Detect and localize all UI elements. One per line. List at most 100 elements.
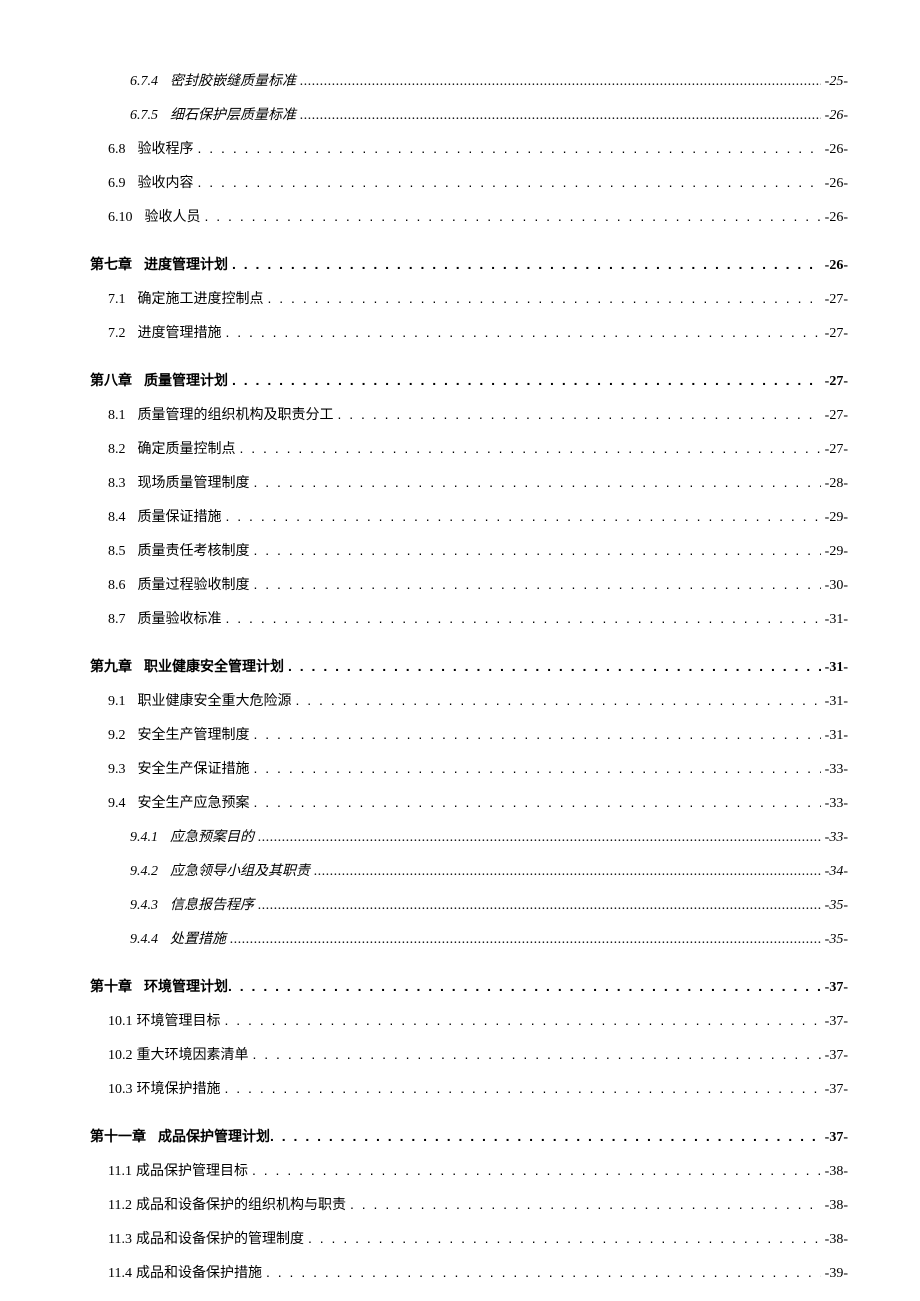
toc-entry: 10.3环境保护措施. . . . . . . . . . . . . . . … <box>108 1078 848 1098</box>
toc-entry-number: 11.3 <box>108 1232 136 1248</box>
toc-entry-page: -26- <box>821 142 848 158</box>
toc-entry-number: 11.2 <box>108 1198 136 1214</box>
toc-entry-page: -27- <box>821 326 848 342</box>
toc-entry-page: -25- <box>821 74 848 90</box>
toc-entry: 9.3安全生产保证措施. . . . . . . . . . . . . . .… <box>108 758 848 778</box>
toc-entry-page: -29- <box>821 510 848 526</box>
toc-entry-page: -38- <box>821 1232 848 1248</box>
toc-leader-dots: . . . . . . . . . . . . . . . . . . . . … <box>254 576 821 592</box>
toc-entry-page: -37- <box>821 1130 848 1146</box>
toc-entry-page: -29- <box>821 544 848 560</box>
toc-leader-dots: . . . . . . . . . . . . . . . . . . . . … <box>198 140 821 156</box>
toc-entry-title: 应急预案目的 <box>170 826 258 846</box>
toc-entry-title: 职业健康安全管理计划 <box>144 656 288 676</box>
toc-entry: 9.4.4处置措施...............................… <box>130 928 848 948</box>
toc-entry: 9.1职业健康安全重大危险源. . . . . . . . . . . . . … <box>108 690 848 710</box>
toc-entry: 第十章环境管理计划. . . . . . . . . . . . . . . .… <box>90 976 848 996</box>
toc-leader-dots: . . . . . . . . . . . . . . . . . . . . … <box>350 1196 821 1212</box>
toc-entry-number: 9.3 <box>108 762 138 778</box>
toc-entry: 8.7质量验收标准. . . . . . . . . . . . . . . .… <box>108 608 848 628</box>
toc-entry-number: 9.4.3 <box>130 898 170 914</box>
toc-leader-dots: ........................................… <box>258 830 821 846</box>
toc-entry-number: 6.7.4 <box>130 74 170 90</box>
toc-entry-title: 安全生产应急预案 <box>138 792 254 812</box>
toc-entry-number: 9.2 <box>108 728 138 744</box>
toc-entry: 第九章职业健康安全管理计划. . . . . . . . . . . . . .… <box>90 656 848 676</box>
toc-entry-title: 成品和设备保护的组织机构与职责 <box>136 1194 350 1214</box>
toc-entry-page: -33- <box>821 830 848 846</box>
toc-entry-number: 9.4 <box>108 796 138 812</box>
toc-entry-number: 11.1 <box>108 1164 136 1180</box>
toc-entry: 8.5质量责任考核制度. . . . . . . . . . . . . . .… <box>108 540 848 560</box>
toc-entry-title: 验收程序 <box>138 138 198 158</box>
toc-entry-title: 质量过程验收制度 <box>138 574 254 594</box>
toc-entry-number: 第七章 <box>90 254 144 274</box>
toc-entry-page: -26- <box>821 108 848 124</box>
toc-entry: 10.2重大环境因素清单. . . . . . . . . . . . . . … <box>108 1044 848 1064</box>
toc-entry-page: -26- <box>821 210 848 226</box>
toc-entry-title: 职业健康安全重大危险源 <box>138 690 296 710</box>
toc-entry: 9.2安全生产管理制度. . . . . . . . . . . . . . .… <box>108 724 848 744</box>
toc-leader-dots: ........................................… <box>300 108 821 124</box>
toc-entry: 8.4质量保证措施. . . . . . . . . . . . . . . .… <box>108 506 848 526</box>
toc-entry-title: 质量责任考核制度 <box>138 540 254 560</box>
toc-leader-dots: . . . . . . . . . . . . . . . . . . . . … <box>232 372 821 388</box>
toc-entry-page: -35- <box>821 898 848 914</box>
toc-entry-title: 成品保护管理计划 <box>158 1126 270 1146</box>
toc-entry: 第八章质量管理计划. . . . . . . . . . . . . . . .… <box>90 370 848 390</box>
toc-entry-page: -30- <box>821 578 848 594</box>
toc-entry-title: 验收内容 <box>138 172 198 192</box>
toc-leader-dots: . . . . . . . . . . . . . . . . . . . . … <box>288 658 821 674</box>
toc-leader-dots: . . . . . . . . . . . . . . . . . . . . … <box>228 978 821 994</box>
toc-leader-dots: ........................................… <box>230 932 821 948</box>
toc-entry: 8.3现场质量管理制度. . . . . . . . . . . . . . .… <box>108 472 848 492</box>
toc-leader-dots: . . . . . . . . . . . . . . . . . . . . … <box>225 1012 821 1028</box>
toc-entry: 6.10验收人员. . . . . . . . . . . . . . . . … <box>108 206 848 226</box>
toc-entry: 7.1确定施工进度控制点. . . . . . . . . . . . . . … <box>108 288 848 308</box>
toc-entry: 9.4安全生产应急预案. . . . . . . . . . . . . . .… <box>108 792 848 812</box>
toc-leader-dots: . . . . . . . . . . . . . . . . . . . . … <box>254 474 821 490</box>
toc-entry-page: -31- <box>821 728 848 744</box>
toc-entry: 11.3成品和设备保护的管理制度. . . . . . . . . . . . … <box>108 1228 848 1248</box>
toc-entry-page: -26- <box>821 258 848 274</box>
toc-entry-page: -31- <box>821 660 848 676</box>
toc-entry: 9.4.1应急预案目的.............................… <box>130 826 848 846</box>
toc-leader-dots: . . . . . . . . . . . . . . . . . . . . … <box>240 440 821 456</box>
toc-entry-number: 10.2 <box>108 1048 137 1064</box>
toc-entry: 第七章进度管理计划. . . . . . . . . . . . . . . .… <box>90 254 848 274</box>
toc-leader-dots: . . . . . . . . . . . . . . . . . . . . … <box>225 1080 821 1096</box>
toc-leader-dots: . . . . . . . . . . . . . . . . . . . . … <box>308 1230 821 1246</box>
toc-leader-dots: . . . . . . . . . . . . . . . . . . . . … <box>226 508 821 524</box>
toc-entry-title: 确定施工进度控制点 <box>138 288 268 308</box>
toc-entry-number: 10.3 <box>108 1082 137 1098</box>
toc-leader-dots: ........................................… <box>258 898 821 914</box>
toc-entry-title: 质量保证措施 <box>138 506 226 526</box>
toc-entry-number: 6.8 <box>108 142 138 158</box>
toc-entry-title: 环境管理计划 <box>144 976 228 996</box>
toc-leader-dots: ........................................… <box>314 864 821 880</box>
toc-entry-page: -27- <box>821 292 848 308</box>
toc-leader-dots: . . . . . . . . . . . . . . . . . . . . … <box>254 542 821 558</box>
toc-entry-page: -34- <box>821 864 848 880</box>
toc-entry-title: 环境管理目标 <box>137 1010 225 1030</box>
toc-entry-title: 质量验收标准 <box>138 608 226 628</box>
toc-entry: 6.7.4密封胶嵌缝质量标准..........................… <box>130 70 848 90</box>
toc-entry: 7.2进度管理措施. . . . . . . . . . . . . . . .… <box>108 322 848 342</box>
toc-leader-dots: . . . . . . . . . . . . . . . . . . . . … <box>338 406 821 422</box>
toc-entry-title: 细石保护层质量标准 <box>170 104 300 124</box>
toc-entry: 8.1质量管理的组织机构及职责分工. . . . . . . . . . . .… <box>108 404 848 424</box>
toc-leader-dots: . . . . . . . . . . . . . . . . . . . . … <box>226 610 821 626</box>
toc-entry-page: -31- <box>821 612 848 628</box>
toc-entry-number: 10.1 <box>108 1014 137 1030</box>
toc-entry-title: 现场质量管理制度 <box>138 472 254 492</box>
toc-leader-dots: . . . . . . . . . . . . . . . . . . . . … <box>253 1046 821 1062</box>
toc-leader-dots: . . . . . . . . . . . . . . . . . . . . … <box>296 692 821 708</box>
toc-entry-title: 进度管理计划 <box>144 254 232 274</box>
toc-entry-title: 验收人员 <box>145 206 205 226</box>
toc-leader-dots: . . . . . . . . . . . . . . . . . . . . … <box>226 324 821 340</box>
toc-entry-number: 第八章 <box>90 370 144 390</box>
toc-leader-dots: . . . . . . . . . . . . . . . . . . . . … <box>266 1264 821 1280</box>
toc-entry-title: 成品和设备保护的管理制度 <box>136 1228 308 1248</box>
toc-entry-page: -28- <box>821 476 848 492</box>
toc-entry-page: -33- <box>821 796 848 812</box>
